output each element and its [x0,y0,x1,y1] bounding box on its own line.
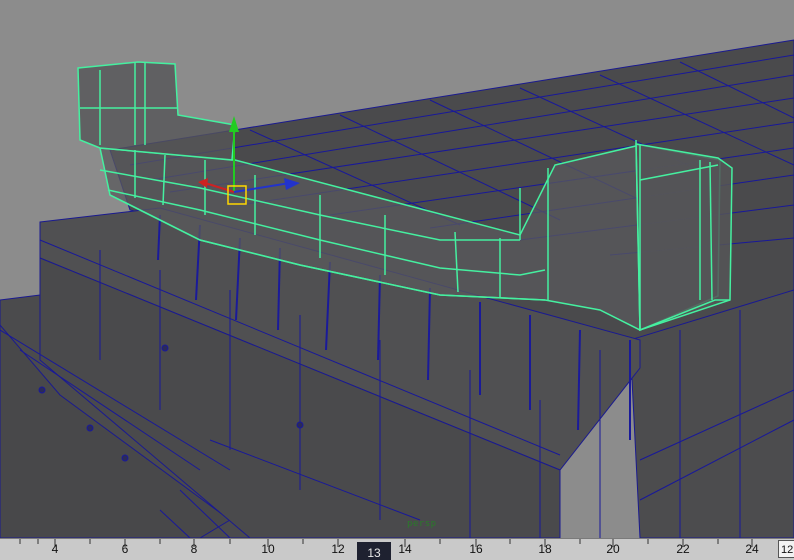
time-slider[interactable]: 4 6 8 10 12 14 16 18 20 22 24 13 [0,538,794,560]
tick-label: 16 [469,542,483,556]
camera-name-label: persp [407,519,437,529]
tick-label: 20 [606,542,620,556]
tick-label: 24 [745,542,759,556]
tick-label: 6 [121,542,129,556]
tick-label: 18 [538,542,552,556]
current-frame-marker[interactable]: 13 [357,542,391,560]
tick-label: 8 [190,542,198,556]
scene-canvas[interactable] [0,0,794,538]
perspective-viewport[interactable]: persp [0,0,794,538]
current-time-field[interactable]: 12 [778,540,794,558]
tick-label: 14 [398,542,412,556]
tick-label: 10 [261,542,275,556]
tick-label: 4 [51,542,59,556]
tick-label: 12 [331,542,345,556]
maya-window: persp 4 6 8 10 12 14 16 18 20 22 24 13 1… [0,0,794,560]
time-slider-ticks [19,539,753,547]
tick-label: 22 [676,542,690,556]
